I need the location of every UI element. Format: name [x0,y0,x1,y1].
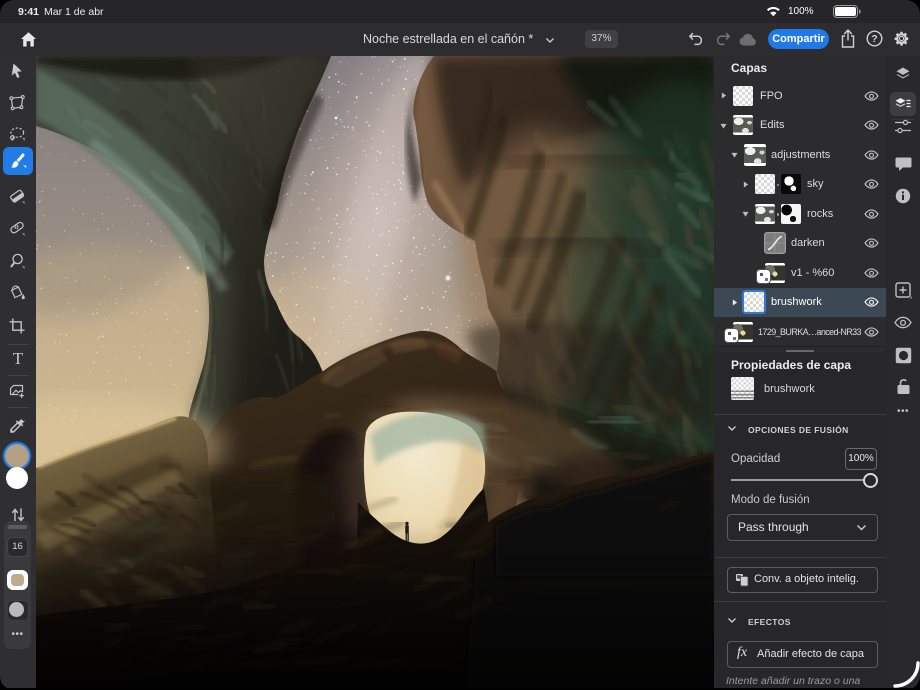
svg-text:?: ? [871,33,877,45]
